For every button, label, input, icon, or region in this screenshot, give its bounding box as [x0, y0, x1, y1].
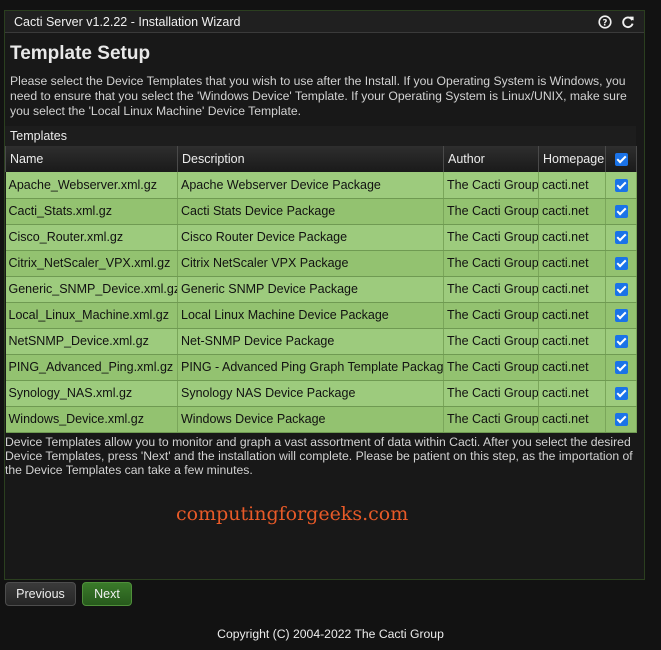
row-checkbox[interactable] [615, 205, 628, 219]
table-row[interactable]: Citrix_NetScaler_VPX.xml.gz Citrix NetSca… [5, 250, 637, 277]
row-checkbox[interactable] [615, 335, 628, 349]
cell-author: The Cacti Group [443, 250, 539, 277]
table-row[interactable]: Cacti_Stats.xml.gz Cacti Stats Device Pac… [5, 198, 637, 225]
cell-homepage: cacti.net [538, 406, 606, 433]
cell-author: The Cacti Group [443, 328, 539, 355]
templates-panel: Templates Name Description Author Homepa… [5, 126, 637, 433]
cell-description: PING - Advanced Ping Graph Template Pack… [177, 354, 444, 381]
cell-author: The Cacti Group [443, 198, 539, 225]
cell-author: The Cacti Group [443, 354, 539, 381]
window-titlebar: Cacti Server v1.2.22 - Installation Wiza… [5, 11, 644, 33]
previous-button[interactable]: Previous [5, 582, 76, 606]
column-header-homepage[interactable]: Homepage [538, 146, 606, 172]
cell-description: Windows Device Package [177, 406, 444, 433]
cell-select [605, 380, 637, 407]
cell-author: The Cacti Group [443, 406, 539, 433]
row-checkbox[interactable] [615, 361, 628, 375]
cell-author: The Cacti Group [443, 172, 539, 199]
row-checkbox[interactable] [615, 413, 628, 427]
cell-author: The Cacti Group [443, 276, 539, 303]
column-header-author[interactable]: Author [443, 146, 539, 172]
select-all-column [605, 146, 637, 172]
copyright: Copyright (C) 2004-2022 The Cacti Group [217, 627, 444, 641]
cell-description: Citrix NetScaler VPX Package [177, 250, 444, 277]
templates-table: Name Description Author Homepage Apache_… [5, 146, 637, 433]
cell-description: Generic SNMP Device Package [177, 276, 444, 303]
row-checkbox[interactable] [615, 178, 628, 192]
cell-homepage: cacti.net [538, 250, 606, 277]
cell-select [605, 224, 637, 251]
cell-author: The Cacti Group [443, 380, 539, 407]
table-row[interactable]: Local_Linux_Machine.xml.gz Local Linux Ma… [5, 302, 637, 329]
table-row[interactable]: Synology_NAS.xml.gz Synology NAS Device P… [5, 380, 637, 407]
cell-homepage: cacti.net [538, 198, 606, 225]
column-header-description[interactable]: Description [177, 146, 444, 172]
cell-select [605, 354, 637, 381]
cell-homepage: cacti.net [538, 380, 606, 407]
cell-select [605, 302, 637, 329]
table-header-row: Name Description Author Homepage [5, 146, 637, 172]
cell-description: Cisco Router Device Package [177, 224, 444, 251]
cell-name: NetSNMP_Device.xml.gz [5, 328, 178, 355]
cell-homepage: cacti.net [538, 354, 606, 381]
cell-name: Cacti_Stats.xml.gz [5, 198, 178, 225]
cell-select [605, 276, 637, 303]
intro-text: Please select the Device Templates that … [10, 74, 627, 118]
table-row[interactable]: Generic_SNMP_Device.xml.gz Generic SNMP D… [5, 276, 637, 303]
row-checkbox[interactable] [615, 231, 628, 245]
cell-description: Net-SNMP Device Package [177, 328, 444, 355]
refresh-icon[interactable] [620, 14, 636, 30]
cell-select [605, 406, 637, 433]
table-row[interactable]: Apache_Webserver.xml.gz Apache Webserver … [5, 172, 637, 199]
cell-select [605, 172, 637, 199]
cell-description: Apache Webserver Device Package [177, 172, 444, 199]
cell-name: Generic_SNMP_Device.xml.gz [5, 276, 178, 303]
cell-name: Local_Linux_Machine.xml.gz [5, 302, 178, 329]
cell-homepage: cacti.net [538, 302, 606, 329]
cell-description: Synology NAS Device Package [177, 380, 444, 407]
cell-select [605, 250, 637, 277]
cell-name: Cisco_Router.xml.gz [5, 224, 178, 251]
table-row[interactable]: PING_Advanced_Ping.xml.gz PING - Advanced… [5, 354, 637, 381]
cell-select [605, 198, 637, 225]
cell-homepage: cacti.net [538, 172, 606, 199]
column-header-name[interactable]: Name [5, 146, 178, 172]
table-row[interactable]: NetSNMP_Device.xml.gz Net-SNMP Device Pac… [5, 328, 637, 355]
cell-name: Windows_Device.xml.gz [5, 406, 178, 433]
cell-name: PING_Advanced_Ping.xml.gz [5, 354, 178, 381]
cell-homepage: cacti.net [538, 328, 606, 355]
cell-description: Local Linux Machine Device Package [177, 302, 444, 329]
table-row[interactable]: Windows_Device.xml.gz Windows Device Pack… [5, 406, 637, 433]
window-title: Cacti Server v1.2.22 - Installation Wiza… [14, 14, 241, 29]
svg-text:?: ? [603, 18, 608, 28]
help-icon[interactable]: ? [597, 14, 613, 30]
cell-name: Citrix_NetScaler_VPX.xml.gz [5, 250, 178, 277]
row-checkbox[interactable] [615, 283, 628, 297]
cell-description: Cacti Stats Device Package [177, 198, 444, 225]
cell-author: The Cacti Group [443, 224, 539, 251]
page-title: Template Setup [10, 43, 151, 64]
cell-author: The Cacti Group [443, 302, 539, 329]
next-button[interactable]: Next [82, 582, 132, 606]
cell-name: Apache_Webserver.xml.gz [5, 172, 178, 199]
row-checkbox[interactable] [615, 387, 628, 401]
row-checkbox[interactable] [615, 257, 628, 271]
watermark-text: computingforgeeks.com [176, 503, 409, 525]
cell-select [605, 328, 637, 355]
install-note: Device Templates allow you to monitor an… [5, 435, 633, 477]
select-all-checkbox[interactable] [614, 153, 628, 167]
cell-homepage: cacti.net [538, 224, 606, 251]
panel-title: Templates [5, 126, 636, 146]
table-row[interactable]: Cisco_Router.xml.gz Cisco Router Device P… [5, 224, 637, 251]
cell-homepage: cacti.net [538, 276, 606, 303]
cell-name: Synology_NAS.xml.gz [5, 380, 178, 407]
row-checkbox[interactable] [615, 309, 628, 323]
